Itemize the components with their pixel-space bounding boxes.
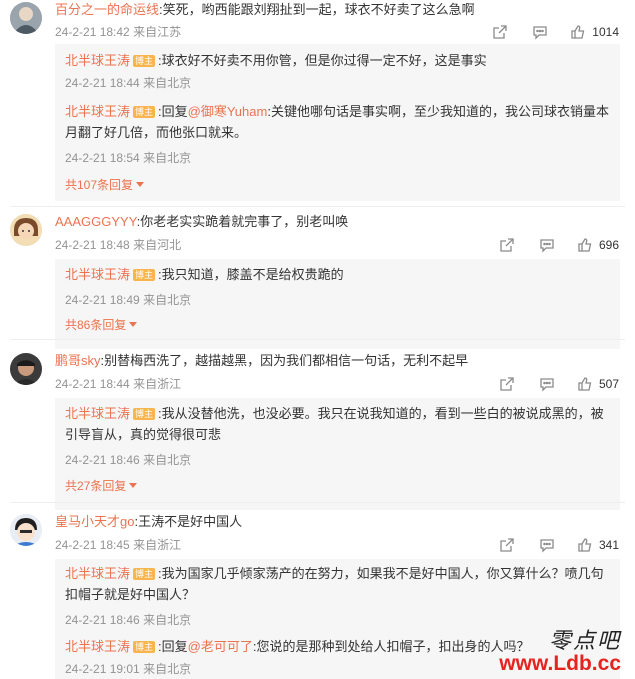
like-button[interactable]: 1014 [570, 24, 619, 40]
comment-text: :别替梅西洗了，越描越黑，因为我们都相信一句话，无利不起早 [100, 353, 469, 368]
comment-icon[interactable] [539, 376, 555, 392]
comment-username[interactable]: AAAGGGYYY [55, 214, 137, 229]
reply-box: 北半球王涛 博主:我只知道，膝盖不是给权贵跪的 24-2-21 18:49 来自北… [55, 259, 620, 349]
reply-username[interactable]: 北半球王涛 [65, 267, 130, 282]
like-count: 507 [598, 377, 619, 391]
comment-location: 来自浙江 [133, 377, 182, 391]
more-replies-label: 共27条回复 [65, 479, 127, 493]
watermark-url: www.Ldb.cc [499, 651, 621, 675]
comment-location: 来自河北 [133, 238, 182, 252]
reply-text: :球衣好不好卖不用你管，但是你过得一定不好，这是事实 [158, 53, 487, 68]
blogger-badge: 博主 [133, 269, 156, 281]
reply-time: 24-2-21 18:49 [65, 293, 140, 307]
like-count: 696 [598, 238, 619, 252]
reply-prefix: :回复 [158, 639, 188, 654]
reply-item: 北半球王涛 博主:我为国家几乎倾家荡产的在努力，如果我不是好中国人，你又算什么？喷… [65, 563, 612, 629]
like-button[interactable]: 507 [577, 376, 619, 392]
reply-username[interactable]: 北半球王涛 [65, 639, 130, 654]
thumbs-up-icon [577, 237, 593, 253]
comment-location: 来自浙江 [133, 538, 182, 552]
reply-location: 来自北京 [143, 613, 192, 627]
comment-text: :笑死，哟西能跟刘翔扯到一起，球衣不好卖了这么急啊 [159, 2, 475, 17]
reply-text: :您说的是那种到处给人扣帽子，扣出身的人吗？ [252, 639, 530, 654]
thumbs-up-icon [570, 24, 586, 40]
comment-time: 24-2-21 18:45 [55, 538, 130, 552]
comment-username[interactable]: 百分之一的命运线 [55, 2, 159, 17]
comment-time: 24-2-21 18:44 [55, 377, 130, 391]
avatar[interactable] [10, 514, 42, 546]
reply-username[interactable]: 北半球王涛 [65, 104, 130, 119]
reply-item: 北半球王涛 博主:我只知道，膝盖不是给权贵跪的 24-2-21 18:49 来自北… [65, 264, 612, 309]
reply-item: 北半球王涛 博主:球衣好不好卖不用你管，但是你过得一定不好，这是事实 24-2-2… [65, 50, 612, 92]
more-replies-link[interactable]: 共86条回复 [65, 316, 138, 334]
reply-username[interactable]: 北半球王涛 [65, 53, 130, 68]
comment-text: :王涛不是好中国人 [134, 514, 243, 529]
like-button[interactable]: 341 [577, 537, 619, 553]
reply-time: 24-2-21 18:46 [65, 453, 140, 467]
more-replies-link[interactable]: 共107条回复 [65, 176, 145, 194]
comment-time: 24-2-21 18:42 [55, 25, 130, 39]
caret-down-icon [129, 322, 138, 327]
like-button[interactable]: 696 [577, 237, 619, 253]
site-watermark: 零点吧 www.Ldb.cc [499, 630, 621, 675]
reply-box: 北半球王涛 博主:球衣好不好卖不用你管，但是你过得一定不好，这是事实 24-2-2… [55, 44, 620, 201]
reply-item: 北半球王涛 博主:我从没替他洗，也没必要。我只在说我知道的，看到一些白的被说成黑的… [65, 403, 612, 469]
comment-location: 来自江苏 [133, 25, 182, 39]
like-count: 341 [598, 538, 619, 552]
share-icon[interactable] [499, 376, 515, 392]
blogger-badge: 博主 [133, 641, 156, 653]
comment-text: :你老老实实跪着就完事了，别老叫唤 [136, 214, 349, 229]
reply-location: 来自北京 [143, 151, 192, 165]
reply-location: 来自北京 [143, 453, 192, 467]
caret-down-icon [136, 182, 145, 187]
mention-link[interactable]: @御寒Yuham [188, 104, 268, 119]
avatar[interactable] [10, 214, 42, 246]
more-replies-label: 共107条回复 [65, 178, 134, 192]
reply-time: 24-2-21 18:46 [65, 613, 140, 627]
reply-item: 北半球王涛 博主:回复@御寒Yuham:关键他哪句话是事实啊，至少我知道的，我公司… [65, 101, 612, 167]
share-icon[interactable] [499, 537, 515, 553]
avatar[interactable] [10, 353, 42, 385]
comment-icon[interactable] [532, 24, 548, 40]
thumbs-up-icon [577, 537, 593, 553]
blogger-badge: 博主 [133, 106, 156, 118]
like-count: 1014 [592, 25, 619, 39]
blogger-badge: 博主 [133, 408, 156, 420]
reply-username[interactable]: 北半球王涛 [65, 406, 130, 421]
more-replies-link[interactable]: 共27条回复 [65, 477, 138, 495]
caret-down-icon [129, 483, 138, 488]
mention-link[interactable]: @老可可了 [188, 639, 253, 654]
divider [10, 502, 625, 503]
comment-icon[interactable] [539, 237, 555, 253]
reply-text: :我只知道，膝盖不是给权贵跪的 [158, 267, 344, 282]
thumbs-up-icon [577, 376, 593, 392]
comment-username[interactable]: 鹏哥sky [55, 353, 101, 368]
comment-username[interactable]: 皇马小天才go [55, 514, 134, 529]
share-icon[interactable] [492, 24, 508, 40]
avatar[interactable] [10, 2, 42, 34]
divider [10, 206, 625, 207]
blogger-badge: 博主 [133, 55, 156, 67]
reply-location: 来自北京 [143, 293, 192, 307]
blogger-badge: 博主 [133, 568, 156, 580]
divider [10, 339, 625, 340]
more-replies-label: 共86条回复 [65, 318, 127, 332]
comment-time: 24-2-21 18:48 [55, 238, 130, 252]
reply-time: 24-2-21 18:54 [65, 151, 140, 165]
watermark-title: 零点吧 [548, 628, 621, 654]
reply-username[interactable]: 北半球王涛 [65, 566, 130, 581]
reply-box: 北半球王涛 博主:我从没替他洗，也没必要。我只在说我知道的，看到一些白的被说成黑的… [55, 398, 620, 510]
reply-prefix: :回复 [158, 104, 188, 119]
reply-time: 24-2-21 19:01 [65, 662, 140, 676]
share-icon[interactable] [499, 237, 515, 253]
comment-icon[interactable] [539, 537, 555, 553]
reply-location: 来自北京 [143, 662, 192, 676]
reply-time: 24-2-21 18:44 [65, 76, 140, 90]
reply-location: 来自北京 [143, 76, 192, 90]
